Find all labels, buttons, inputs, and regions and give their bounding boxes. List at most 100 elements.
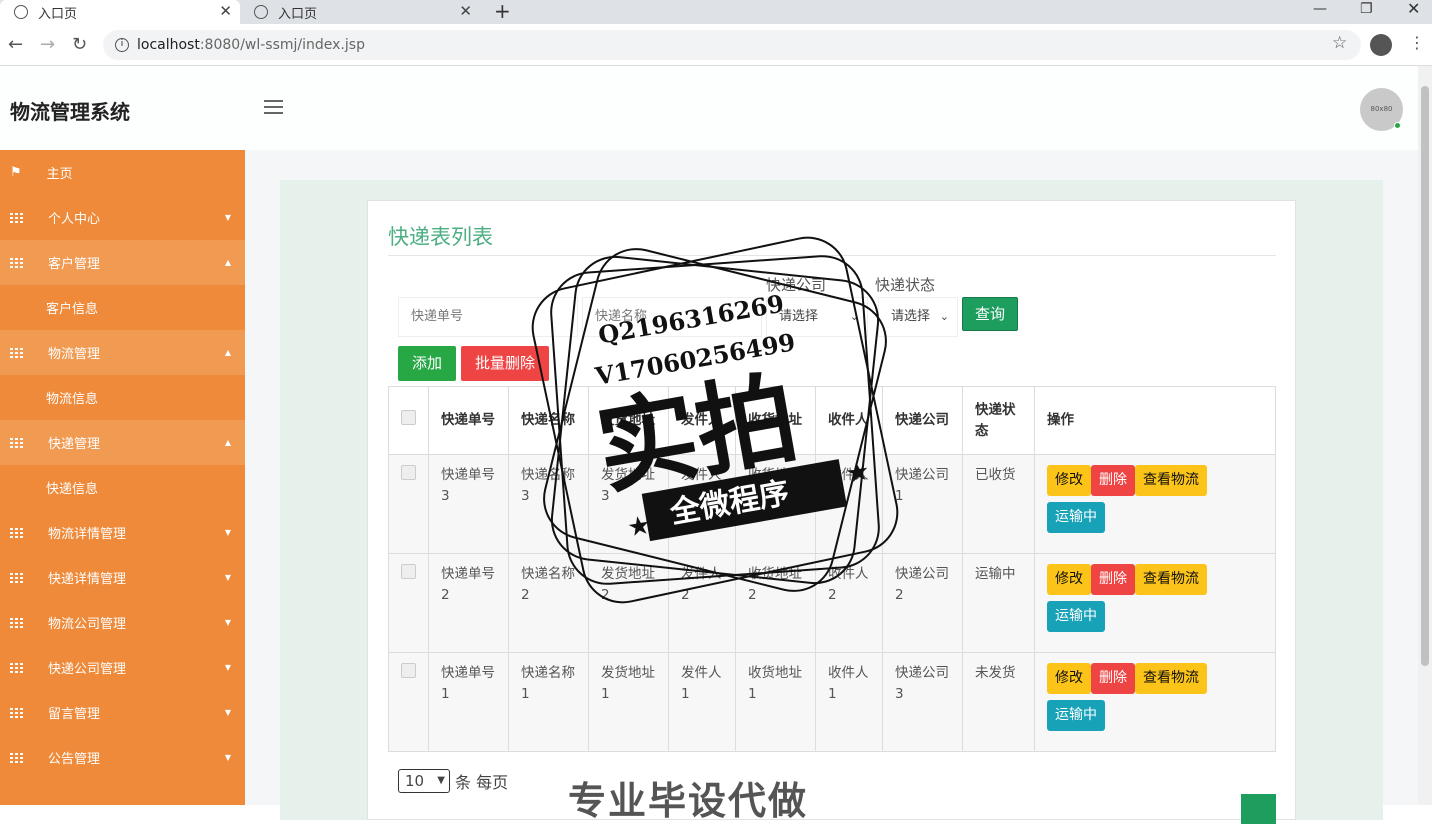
- sidebar-item-label: 公告管理: [48, 752, 101, 767]
- online-status-dot: [1394, 122, 1401, 129]
- delete-button[interactable]: 删除: [1091, 465, 1135, 496]
- express-name-input[interactable]: 快递名称: [582, 297, 762, 337]
- cell-ship-address: 发货地址3: [588, 454, 669, 554]
- cell-receiver: 收件人1: [815, 652, 883, 752]
- close-window-icon[interactable]: ✕: [1407, 0, 1420, 18]
- back-icon[interactable]: ←: [8, 34, 23, 55]
- column-header: 收件人: [815, 386, 883, 455]
- sidebar-item-express-detail[interactable]: 快递详情管理 ▼: [0, 555, 245, 600]
- delete-button[interactable]: 删除: [1091, 663, 1135, 694]
- grid-icon: [10, 572, 23, 583]
- sidebar-item-announcements[interactable]: 公告管理 ▼: [0, 735, 245, 780]
- avatar[interactable]: 80x80: [1360, 88, 1403, 131]
- table-header-row: 快递单号 快递名称 发货地址 发件人 收货地址 收件人 快递公司 快递状态 操作: [388, 386, 1276, 455]
- in-transit-button[interactable]: 运输中: [1047, 601, 1105, 632]
- company-select-value: 请选择: [779, 309, 819, 324]
- sidebar-item-label: 快递管理: [48, 437, 101, 452]
- url-field[interactable]: i localhost:8080/wl-ssmj/index.jsp: [103, 30, 1361, 60]
- add-button[interactable]: 添加: [398, 346, 456, 381]
- sidebar-item-label: 留言管理: [48, 707, 101, 722]
- cell-tracking-number: 快递单号1: [428, 652, 509, 752]
- sidebar-item-logistics[interactable]: 物流管理 ▲: [0, 330, 245, 375]
- cell-company: 快递公司3: [882, 652, 963, 752]
- url-path: :8080/wl-ssmj/index.jsp: [199, 37, 365, 53]
- cell-tracking-number: 快递单号2: [428, 553, 509, 653]
- delete-button[interactable]: 删除: [1091, 564, 1135, 595]
- reload-icon[interactable]: ↻: [72, 34, 87, 55]
- sidebar-item-express[interactable]: 快递管理 ▲: [0, 420, 245, 465]
- view-logistics-button[interactable]: 查看物流: [1135, 663, 1207, 694]
- forward-icon[interactable]: →: [40, 34, 55, 55]
- sidebar-item-logistics-company[interactable]: 物流公司管理 ▼: [0, 600, 245, 645]
- watermark-bottom-text: 专业毕设代做: [568, 779, 809, 823]
- browser-tab-1[interactable]: 入口页 ✕: [0, 0, 240, 24]
- restore-icon[interactable]: ❐: [1360, 0, 1373, 18]
- list-card: 快递表列表 快递单号 快递名称 快递公司 请选择 ⌄ 快递状态 请选择 ⌄ 查询 添…: [367, 200, 1296, 824]
- url-host: localhost: [137, 37, 200, 53]
- close-tab-icon[interactable]: ✕: [219, 2, 232, 20]
- pagination: 10 ▼ 条 每页: [398, 769, 508, 793]
- pager-button[interactable]: [1241, 794, 1276, 824]
- account-icon[interactable]: [1370, 34, 1392, 56]
- column-header: 收货地址: [735, 386, 816, 455]
- batch-delete-button[interactable]: 批量删除: [461, 346, 549, 381]
- sidebar-subitem-express-info[interactable]: 快递信息: [0, 465, 245, 510]
- sidebar-subitem-logistics-info[interactable]: 物流信息: [0, 375, 245, 420]
- tab-title: 入口页: [38, 6, 78, 22]
- caret-down-icon: ▼: [224, 213, 231, 222]
- page-size-select[interactable]: 10 ▼: [398, 769, 450, 793]
- view-logistics-button[interactable]: 查看物流: [1135, 564, 1207, 595]
- browser-tab-2[interactable]: 入口页 ✕: [240, 0, 480, 24]
- view-logistics-button[interactable]: 查看物流: [1135, 465, 1207, 496]
- edit-button[interactable]: 修改: [1047, 564, 1091, 595]
- info-icon[interactable]: i: [115, 38, 129, 52]
- cell-sender: 发件人3: [668, 454, 736, 554]
- cell-company: 快递公司1: [882, 454, 963, 554]
- sidebar-item-label: 客户信息: [46, 302, 99, 317]
- cell-status: 未发货: [962, 652, 1035, 752]
- cell-tracking-number: 快递单号3: [428, 454, 509, 554]
- sidebar-subitem-customer-info[interactable]: 客户信息: [0, 285, 245, 330]
- in-transit-button[interactable]: 运输中: [1047, 700, 1105, 731]
- sidebar: ⚑ 主页 个人中心 ▼ 客户管理 ▲ 客户信息 物流管理 ▲ 物流信息 快递管理 ▲ 快递…: [0, 150, 245, 805]
- caret-down-icon: ▼: [224, 618, 231, 627]
- flag-icon: ⚑: [10, 165, 22, 180]
- row-checkbox[interactable]: [401, 564, 416, 579]
- browser-menu-icon[interactable]: ⋮: [1409, 33, 1425, 52]
- close-tab-icon[interactable]: ✕: [459, 2, 472, 20]
- new-tab-icon[interactable]: +: [494, 0, 511, 22]
- row-checkbox[interactable]: [401, 663, 416, 678]
- status-select[interactable]: 请选择 ⌄: [878, 297, 958, 337]
- menu-toggle-icon[interactable]: [264, 100, 283, 118]
- row-checkbox[interactable]: [401, 465, 416, 480]
- sidebar-item-label: 物流管理: [48, 347, 101, 362]
- cell-express-name: 快递名称2: [508, 553, 589, 653]
- caret-up-icon: ▲: [224, 438, 231, 447]
- column-header: 发货地址: [588, 386, 669, 455]
- bookmark-star-icon[interactable]: ☆: [1332, 33, 1347, 53]
- minimize-icon[interactable]: —: [1313, 0, 1327, 18]
- column-header: 快递公司: [882, 386, 963, 455]
- select-all-checkbox[interactable]: [401, 409, 416, 425]
- sidebar-item-express-company[interactable]: 快递公司管理 ▼: [0, 645, 245, 690]
- sidebar-item-label: 快递公司管理: [48, 662, 127, 677]
- company-select[interactable]: 请选择 ⌄: [766, 297, 868, 337]
- cell-receive-address: 收货地址2: [735, 553, 816, 653]
- query-button[interactable]: 查询: [962, 297, 1018, 331]
- in-transit-button[interactable]: 运输中: [1047, 502, 1105, 533]
- sidebar-item-customers[interactable]: 客户管理 ▲: [0, 240, 245, 285]
- sidebar-item-messages[interactable]: 留言管理 ▼: [0, 690, 245, 735]
- globe-icon: [14, 5, 28, 19]
- sidebar-item-home[interactable]: ⚑ 主页: [0, 150, 245, 195]
- edit-button[interactable]: 修改: [1047, 663, 1091, 694]
- sidebar-item-label: 主页: [46, 167, 73, 182]
- tracking-number-input[interactable]: 快递单号: [398, 297, 578, 337]
- sidebar-item-profile[interactable]: 个人中心 ▼: [0, 195, 245, 240]
- edit-button[interactable]: 修改: [1047, 465, 1091, 496]
- sidebar-item-logistics-detail[interactable]: 物流详情管理 ▼: [0, 510, 245, 555]
- scrollbar-thumb[interactable]: [1421, 86, 1429, 666]
- cell-ship-address: 发货地址1: [588, 652, 669, 752]
- page-scrollbar[interactable]: [1418, 66, 1432, 805]
- column-header: 快递单号: [428, 386, 509, 455]
- cell-receiver: 收件人2: [815, 553, 883, 653]
